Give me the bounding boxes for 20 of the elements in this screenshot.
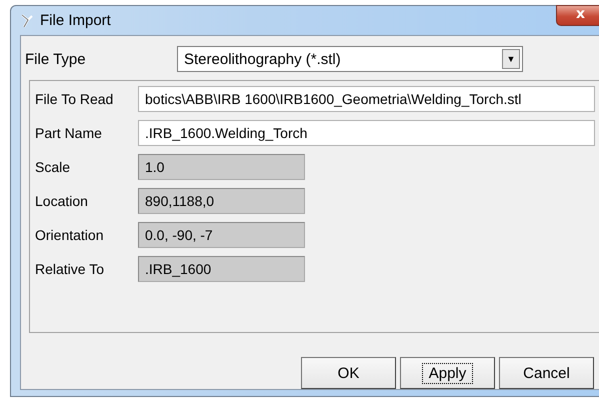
readonly-field[interactable]: .IRB_1600 — [138, 256, 305, 282]
window-title: File Import — [40, 12, 111, 29]
input-field[interactable]: botics\ABB\IRB 1600\IRB1600_Geometria\Welding_Torch.stl — [138, 86, 595, 112]
field-label: Location — [35, 193, 89, 209]
input-field[interactable]: .IRB_1600.Welding_Torch — [138, 120, 595, 146]
field-label: File Type — [25, 50, 87, 68]
readonly-field[interactable]: 1.0 — [138, 154, 305, 180]
close-button[interactable]: x — [556, 5, 599, 26]
dialog-button[interactable]: Apply — [400, 357, 495, 389]
readonly-field[interactable]: 0.0, -90, -7 — [138, 222, 305, 248]
field-label: Part Name — [35, 125, 103, 141]
field-label: File To Read — [35, 91, 114, 107]
dialog-button[interactable]: Cancel — [499, 357, 594, 389]
readonly-field[interactable]: 890,1188,0 — [138, 188, 305, 214]
field-label: Relative To — [35, 261, 106, 277]
app-icon — [20, 12, 34, 28]
file-type-dropdown[interactable]: Stereolithography (*.stl) ▼ — [177, 46, 523, 72]
field-label: Orientation — [35, 227, 104, 243]
dialog-button[interactable]: OK — [301, 357, 396, 389]
field-label: Scale — [35, 159, 72, 175]
